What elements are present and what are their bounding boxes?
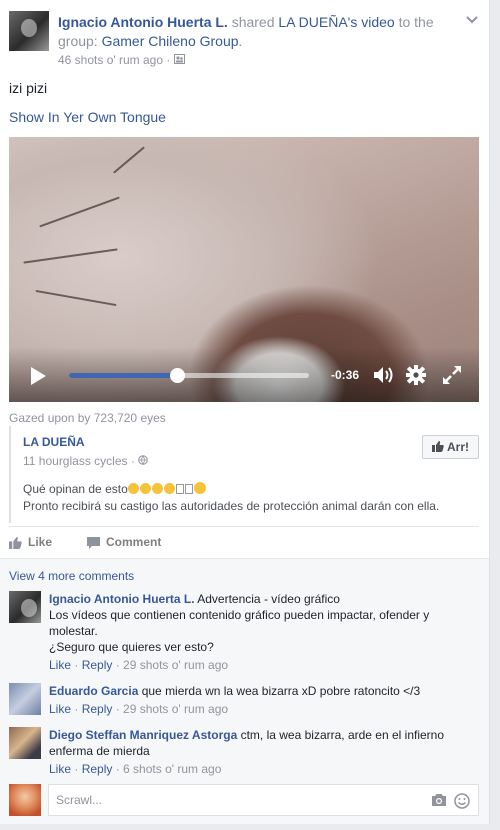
video-frame-detail <box>23 248 118 264</box>
emoji-icon[interactable] <box>454 793 470 809</box>
comment-icon <box>87 537 100 549</box>
like-action[interactable]: Like <box>9 535 52 549</box>
source-suffix[interactable]: 's video <box>348 14 395 30</box>
comment-like-link[interactable]: Like <box>49 658 71 672</box>
missing-glyph-icon <box>175 482 194 496</box>
settings-icon[interactable] <box>405 364 429 386</box>
view-count: Gazed upon by 723,720 eyes <box>9 411 166 425</box>
chevron-down-icon[interactable] <box>465 13 479 27</box>
comment-like-link[interactable]: Like <box>49 702 71 716</box>
page-like-label: Arr! <box>446 440 469 454</box>
comment-action[interactable]: Comment <box>87 535 161 549</box>
comment-text-line2: Los vídeos que contienen contenido gráfi… <box>49 608 430 638</box>
group-link[interactable]: Gamer Chileno Group <box>102 33 239 49</box>
shared-post-text-line1: Qué opinan de esto <box>23 482 128 496</box>
group-privacy-icon <box>173 53 185 67</box>
dot-separator: · <box>112 702 124 716</box>
shared-post-time[interactable]: 11 hourglass cycles · <box>23 454 138 468</box>
dot-separator: · <box>112 762 124 776</box>
video-progress-bar[interactable] <box>69 368 309 383</box>
post-header-text: Ignacio Antonio Huerta L. shared LA DUEÑ… <box>58 13 459 51</box>
comment-reply-link[interactable]: Reply <box>82 658 113 672</box>
comment-footer: Like · Reply · 29 shots o' rum ago <box>49 657 479 673</box>
video-frame-detail <box>39 196 120 228</box>
comments-section: View 4 more comments Ignacio Antonio Hue… <box>0 558 489 824</box>
play-icon[interactable] <box>31 367 46 385</box>
thumbs-up-icon <box>431 440 447 454</box>
comment-input[interactable] <box>49 785 389 815</box>
comment-footer: Like · Reply · 29 shots o' rum ago <box>49 701 479 717</box>
comment-timestamp[interactable]: 29 shots o' rum ago <box>123 702 228 716</box>
shared-word: shared <box>227 14 279 30</box>
comment-text: que mierda wn la wea bizarra xD pobre ra… <box>138 684 421 698</box>
video-scrubber-handle[interactable] <box>170 368 185 383</box>
commenter-name[interactable]: Eduardo Garcia <box>49 684 138 698</box>
comment-text-line3: ¿Seguro que quieres ver esto? <box>49 640 214 654</box>
dot-separator: · <box>71 762 82 776</box>
post-message: izi pizi <box>9 80 48 96</box>
post-card: Ignacio Antonio Huerta L. shared LA DUEÑ… <box>0 0 490 824</box>
fullscreen-icon[interactable] <box>441 364 465 386</box>
comment-timestamp[interactable]: 6 shots o' rum ago <box>123 762 221 776</box>
period: . <box>238 33 243 49</box>
commenter-avatar[interactable] <box>9 727 41 759</box>
comment-body: Diego Steffan Manriquez Astorga ctm, la … <box>49 727 479 777</box>
comment-input-box[interactable] <box>48 784 479 816</box>
comment-reply-link[interactable]: Reply <box>82 762 113 776</box>
comment-footer: Like · Reply · 6 shots o' rum ago <box>49 761 479 777</box>
comment-composer <box>9 784 479 816</box>
commenter-name[interactable]: Ignacio Antonio Huerta L. <box>49 592 195 606</box>
post-timestamp[interactable]: 46 shots o' rum ago <box>58 53 163 67</box>
crying-emoji-icon <box>127 482 176 496</box>
comment-reply-link[interactable]: Reply <box>82 702 113 716</box>
shared-post-text-line2: Pronto recibirá su castigo las autoridad… <box>23 499 440 513</box>
post-header: Ignacio Antonio Huerta L. shared LA DUEÑ… <box>9 11 479 67</box>
video-frame-detail <box>113 146 145 174</box>
like-icon <box>9 537 22 549</box>
author-avatar[interactable] <box>9 11 49 51</box>
post-actions: Like Comment <box>9 526 479 557</box>
dot-separator: · <box>71 702 82 716</box>
page-like-button[interactable]: Arr! <box>422 435 479 459</box>
commenter-avatar[interactable] <box>9 683 41 715</box>
video-time-remaining: -0:36 <box>331 368 360 382</box>
volume-icon[interactable] <box>372 364 396 386</box>
commenter-name[interactable]: Diego Steffan Manriquez Astorga <box>49 728 237 742</box>
globe-icon <box>138 454 148 468</box>
comment-like-link[interactable]: Like <box>49 762 71 776</box>
shared-post-meta: 11 hourglass cycles · <box>23 454 148 468</box>
comment-text: Advertencia - vídeo gráfico <box>194 592 340 606</box>
author-name[interactable]: Ignacio Antonio Huerta L. <box>58 14 228 30</box>
shared-source-name[interactable]: LA DUEÑA <box>23 435 85 449</box>
shared-post-text: Qué opinan de esto <box>23 482 207 496</box>
video-player[interactable]: -0:36 <box>9 137 479 402</box>
like-label: Like <box>28 535 53 549</box>
comment-body: Ignacio Antonio Huerta L. Advertencia - … <box>49 591 479 673</box>
video-frame-detail <box>35 289 117 307</box>
translate-link[interactable]: Show In Yer Own Tongue <box>9 109 166 125</box>
meta-separator: · <box>163 53 174 67</box>
source-link[interactable]: LA DUEÑA <box>278 14 347 30</box>
comment-label: Comment <box>106 535 162 549</box>
dot-separator: · <box>112 658 124 672</box>
grin-emoji-icon <box>193 482 207 496</box>
current-user-avatar[interactable] <box>9 784 41 816</box>
comment-body: Eduardo Garcia que mierda wn la wea biza… <box>49 683 479 717</box>
commenter-avatar[interactable] <box>9 591 41 623</box>
video-progress-fill <box>69 373 177 378</box>
camera-icon[interactable] <box>431 793 447 809</box>
shared-post: LA DUEÑA 11 hourglass cycles · Arr! Qué … <box>9 426 479 523</box>
post-meta: 46 shots o' rum ago · <box>58 53 185 67</box>
comment-timestamp[interactable]: 29 shots o' rum ago <box>123 658 228 672</box>
view-more-comments[interactable]: View 4 more comments <box>9 569 134 583</box>
dot-separator: · <box>71 658 82 672</box>
